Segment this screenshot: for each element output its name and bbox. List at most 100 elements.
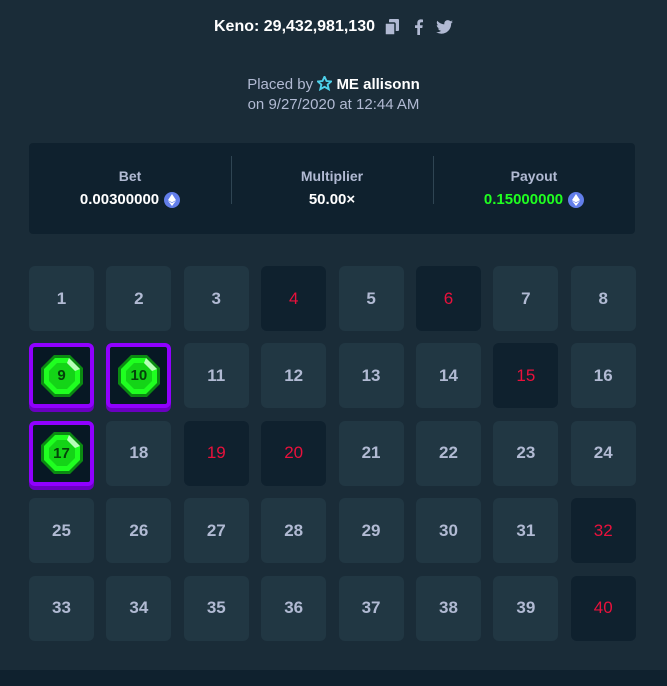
tile-number: 22: [438, 443, 458, 463]
keno-tile-29[interactable]: 29: [338, 498, 404, 564]
tile-number: 35: [206, 598, 226, 618]
keno-tile-12[interactable]: 12: [261, 343, 327, 409]
keno-tile-9[interactable]: 9: [29, 343, 94, 409]
bet-column: Bet 0.00300000: [29, 168, 231, 209]
tile-number: 12: [284, 365, 304, 385]
tile-number: 9: [57, 367, 66, 385]
tile-number: 27: [206, 520, 226, 540]
keno-tile-14[interactable]: 14: [415, 343, 481, 409]
tile-number: 38: [438, 598, 458, 618]
tile-number: 7: [521, 288, 531, 308]
bet-value: 0.00300000: [79, 191, 160, 208]
keno-tile-10[interactable]: 10: [106, 343, 172, 409]
bet-title: Keno: 29,432,981,130: [214, 18, 375, 35]
keno-tile-28[interactable]: 28: [261, 498, 327, 564]
payout-amount: 0.15000000: [484, 191, 585, 208]
keno-tile-15[interactable]: 15: [493, 343, 559, 409]
keno-tile-33[interactable]: 33: [29, 575, 94, 641]
tile-number: 14: [438, 365, 458, 385]
payout-label: Payout: [510, 168, 558, 184]
tile-number: 3: [211, 288, 222, 308]
keno-tile-27[interactable]: 27: [183, 498, 249, 564]
bet-summary-panel: Bet 0.00300000 Multiplier 50.00× Payout …: [29, 143, 635, 234]
keno-tile-2[interactable]: 2: [106, 266, 172, 331]
keno-tile-3[interactable]: 3: [183, 266, 249, 331]
tile-number: 11: [207, 365, 226, 385]
tile-number: 34: [129, 598, 149, 618]
keno-tile-37[interactable]: 37: [338, 575, 404, 641]
tile-number: 24: [593, 443, 613, 463]
keno-tile-34[interactable]: 34: [106, 575, 172, 641]
keno-tile-8[interactable]: 8: [570, 266, 636, 331]
multiplier-amount: 50.00×: [309, 191, 355, 208]
placement-info: Placed by ME allisonn on 9/27/2020 at 12…: [0, 74, 667, 114]
keno-tile-23[interactable]: 23: [493, 420, 559, 486]
keno-tile-32[interactable]: 32: [570, 498, 636, 564]
tile-number: 36: [284, 598, 304, 618]
keno-tile-6[interactable]: 6: [415, 266, 481, 331]
keno-tile-20[interactable]: 20: [261, 420, 327, 486]
tile-number: 15: [516, 365, 536, 385]
gem-icon: 10: [115, 352, 163, 400]
tile-number: 17: [53, 444, 70, 462]
keno-tile-40[interactable]: 40: [570, 575, 636, 641]
tile-number: 16: [593, 365, 613, 385]
gem-icon: 9: [38, 352, 86, 400]
tile-number: 2: [134, 288, 144, 308]
username-link[interactable]: ME allisonn: [336, 76, 419, 93]
footer-bar: [0, 670, 667, 686]
tile-number: 37: [361, 598, 381, 618]
tile-number: 40: [593, 598, 613, 618]
tile-number: 39: [516, 598, 536, 618]
keno-tile-7[interactable]: 7: [493, 266, 559, 331]
facebook-icon[interactable]: [409, 18, 427, 36]
keno-tile-25[interactable]: 25: [29, 498, 94, 564]
keno-tile-38[interactable]: 38: [415, 575, 481, 641]
keno-tile-21[interactable]: 21: [338, 420, 404, 486]
multiplier-value: 50.00×: [308, 191, 356, 208]
keno-tile-11[interactable]: 11: [183, 343, 249, 409]
tile-number: 5: [366, 288, 376, 308]
keno-tile-30[interactable]: 30: [415, 498, 481, 564]
tile-number: 30: [438, 520, 458, 540]
twitter-icon[interactable]: [435, 18, 453, 36]
tile-number: 28: [284, 520, 304, 540]
keno-tile-35[interactable]: 35: [183, 575, 249, 641]
keno-tile-39[interactable]: 39: [493, 575, 559, 641]
tile-number: 31: [516, 520, 536, 540]
keno-tile-36[interactable]: 36: [261, 575, 327, 641]
bet-header: Keno: 29,432,981,130: [0, 18, 667, 36]
ethereum-icon: [164, 191, 181, 208]
keno-tile-5[interactable]: 5: [338, 266, 404, 331]
ethereum-icon: [568, 191, 585, 208]
keno-tile-26[interactable]: 26: [106, 498, 172, 564]
keno-tile-16[interactable]: 16: [570, 343, 636, 409]
keno-tile-31[interactable]: 31: [493, 498, 559, 564]
tile-number: 29: [361, 520, 381, 540]
keno-tile-13[interactable]: 13: [338, 343, 404, 409]
tile-number: 33: [52, 598, 71, 618]
keno-tile-22[interactable]: 22: [415, 420, 481, 486]
tile-number: 4: [288, 288, 299, 308]
vip-star-icon: [315, 74, 334, 96]
tile-number: 6: [443, 288, 454, 308]
tile-number: 23: [516, 443, 536, 463]
keno-tile-24[interactable]: 24: [570, 420, 636, 486]
keno-tile-4[interactable]: 4: [261, 266, 327, 331]
keno-tile-18[interactable]: 18: [106, 420, 172, 486]
multiplier-label: Multiplier: [300, 168, 364, 184]
tile-number: 10: [130, 367, 148, 385]
bet-amount: 0.00300000: [79, 191, 181, 208]
copy-icon[interactable]: [383, 18, 401, 36]
placed-by-label: Placed by: [247, 76, 314, 93]
placed-date: on 9/27/2020 at 12:44 AM: [247, 96, 420, 113]
tile-number: 1: [56, 288, 67, 308]
tile-number: 26: [129, 520, 149, 540]
keno-board: 1 2 3 4 5 6 7 8 9 10 11 12 13 14 15 16 17 18 19 20 21 22 23 24 2…: [29, 266, 636, 641]
keno-tile-1[interactable]: 1: [29, 266, 94, 331]
tile-number: 13: [361, 365, 381, 385]
tile-number: 8: [598, 288, 608, 308]
keno-tile-19[interactable]: 19: [183, 420, 249, 486]
keno-tile-17[interactable]: 17: [29, 420, 94, 486]
gem-icon: 17: [38, 429, 86, 477]
